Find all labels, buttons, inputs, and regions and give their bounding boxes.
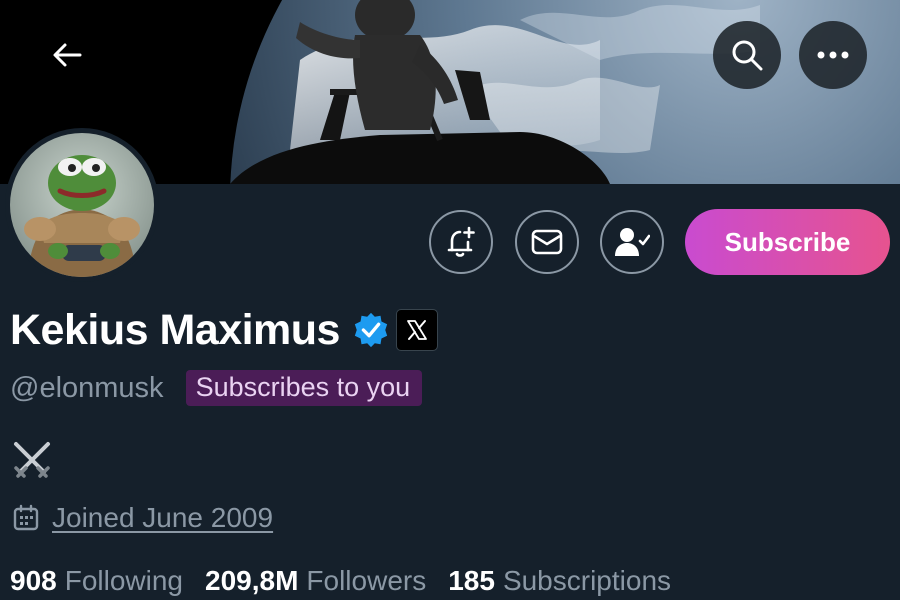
followers-stat[interactable]: 209,8M Followers — [205, 565, 426, 597]
subscriptions-label: Subscriptions — [502, 565, 672, 596]
name-row: Kekius Maximus — [10, 300, 438, 360]
subscriptions-stat[interactable]: 185 Subscriptions — [448, 565, 671, 597]
more-horizontal-icon — [817, 51, 849, 59]
x-logo-icon — [407, 320, 427, 340]
subscribe-button[interactable]: Subscribe — [685, 209, 890, 275]
user-handle: @elonmusk — [10, 371, 164, 404]
subscriptions-count: 185 — [448, 565, 495, 596]
handle-row: @elonmusk Subscribes to you — [10, 366, 423, 410]
search-icon — [732, 40, 763, 71]
following-label: Following — [64, 565, 183, 596]
joined-row: Joined June 2009 — [12, 498, 273, 538]
followers-label: Followers — [306, 565, 427, 596]
subscribes-to-you-badge: Subscribes to you — [185, 370, 423, 406]
following-count: 908 — [10, 565, 57, 596]
notifications-button[interactable] — [429, 210, 493, 274]
back-button[interactable] — [40, 30, 94, 80]
mail-icon — [531, 229, 563, 255]
search-button[interactable] — [713, 21, 781, 89]
display-name: Kekius Maximus — [10, 305, 340, 354]
calendar-icon — [13, 504, 39, 531]
more-options-button[interactable] — [799, 21, 867, 89]
verified-badge-icon[interactable] — [352, 311, 390, 349]
message-button[interactable] — [515, 210, 579, 274]
arrow-left-icon — [53, 43, 82, 67]
avatar[interactable] — [5, 128, 159, 282]
avatar-image — [10, 133, 154, 277]
following-stat[interactable]: 908 Following — [10, 565, 183, 597]
stats-row: 908 Following 209,8M Followers 185 Subsc… — [10, 561, 693, 600]
affiliation-badge[interactable] — [395, 309, 438, 351]
profile-page: Subscribe Kekius Maximus @elonmusk Subsc… — [0, 0, 900, 600]
followers-count: 209,8M — [205, 565, 299, 596]
crossed-swords-icon — [14, 442, 50, 478]
person-check-icon — [615, 228, 650, 256]
bell-plus-icon — [447, 226, 475, 257]
following-button[interactable] — [600, 210, 664, 274]
joined-date[interactable]: Joined June 2009 — [52, 502, 273, 534]
